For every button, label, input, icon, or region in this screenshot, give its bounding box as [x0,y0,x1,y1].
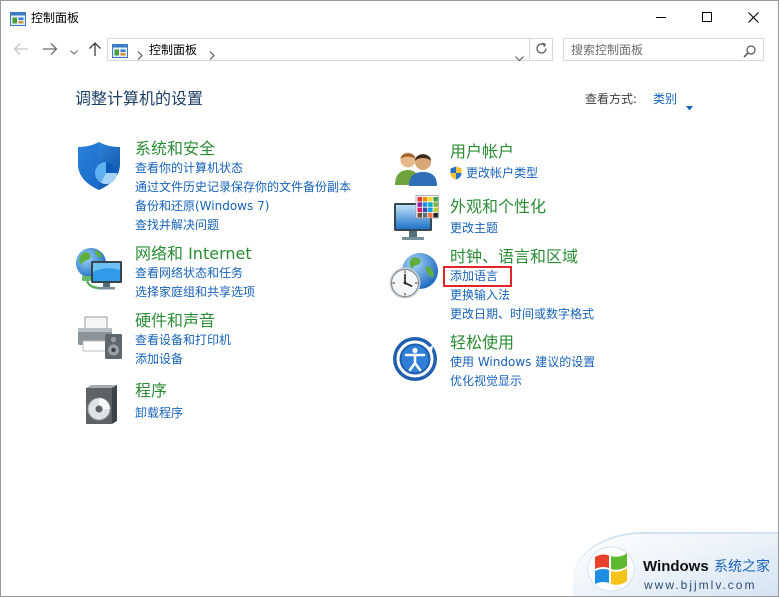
network-globe-icon[interactable] [73,246,125,296]
search-icon[interactable] [743,43,756,58]
arrow-right-icon [42,42,58,59]
link-network-status[interactable]: 查看网络状态和任务 [135,264,255,283]
watermark: Windows 系统之家 www.bjjmlv.com [573,532,778,596]
monitor-palette-icon[interactable] [393,195,439,247]
link-change-theme[interactable]: 更改主题 [450,219,546,238]
link-troubleshoot[interactable]: 查找并解决问题 [135,216,351,235]
maximize-icon [702,12,712,22]
watermark-name: 系统之家 [714,559,770,575]
ease-of-access-icon[interactable] [392,336,438,386]
uac-shield-icon [450,166,462,180]
link-change-account-type[interactable]: 更改帐户类型 [450,164,538,183]
printer-speaker-icon[interactable] [75,312,125,366]
page-title: 调整计算机的设置 [75,89,204,108]
link-homegroup-sharing[interactable]: 选择家庭组和共享选项 [135,283,255,302]
close-icon [747,11,759,23]
link-change-input-method[interactable]: 更换输入法 [450,286,594,305]
control-panel-icon [10,11,26,26]
breadcrumb-control-panel[interactable]: 控制面板 [149,42,197,58]
view-by-label: 查看方式: [585,92,638,106]
address-dropdown-chevron-icon[interactable] [515,47,524,62]
category-title-programs[interactable]: 程序 [135,381,183,401]
category-title-hardware-and-sound[interactable]: 硬件和声音 [135,311,231,331]
category-links: 更改帐户类型 [450,164,538,183]
search-box[interactable] [563,38,764,61]
watermark-url: www.bjjmlv.com [644,578,757,592]
address-bar[interactable]: 控制面板 [107,38,530,62]
category-title-appearance[interactable]: 外观和个性化 [450,197,546,217]
arrow-up-icon [88,41,102,60]
category-hardware-and-sound: 硬件和声音 查看设备和打印机 添加设备 [78,311,231,369]
minimize-button[interactable] [638,1,684,33]
category-links: 卸载程序 [135,404,183,423]
search-input[interactable] [571,41,736,58]
watermark-brand: Windows [643,558,709,575]
link-devices-and-printers[interactable]: 查看设备和打印机 [135,331,231,350]
link-backup-and-restore[interactable]: 备份和还原(Windows 7) [135,197,351,216]
caret-down-icon[interactable] [686,96,693,111]
up-button[interactable] [85,40,105,60]
category-title-ease-of-access[interactable]: 轻松使用 [450,333,595,353]
forward-button[interactable] [40,40,60,60]
category-links: 使用 Windows 建议的设置 优化视觉显示 [450,353,595,391]
windows-flag-logo-icon [587,546,635,592]
refresh-button[interactable] [530,38,553,61]
users-icon[interactable] [393,147,439,191]
category-links: 查看设备和打印机 添加设备 [135,331,231,369]
program-disc-icon[interactable] [82,382,120,432]
back-button[interactable] [11,40,31,60]
control-panel-window: 控制面板 控制面板 搜索控制面板 调整计算机的设置 查看方式: 类别 系统和安全… [0,0,779,597]
link-add-device[interactable]: 添加设备 [135,350,231,369]
link-change-date-time-format[interactable]: 更改日期、时间或数字格式 [450,305,594,324]
chevron-down-icon [70,43,78,58]
link-file-history-backup[interactable]: 通过文件历史记录保存你的文件备份副本 [135,178,351,197]
maximize-button[interactable] [684,1,730,33]
category-user-accounts: 用户帐户 更改帐户类型 [395,142,538,186]
breadcrumb-separator-icon[interactable] [209,45,215,60]
highlight-box [443,266,512,287]
category-title-user-accounts[interactable]: 用户帐户 [450,142,538,162]
category-ease-of-access: 轻松使用 使用 Windows 建议的设置 优化视觉显示 [393,333,595,391]
recent-locations-button[interactable] [68,40,80,60]
globe-clock-icon[interactable] [388,252,440,304]
link-view-computer-status[interactable]: 查看你的计算机状态 [135,159,351,178]
close-button[interactable] [730,1,776,33]
control-panel-icon [112,43,128,58]
view-by-dropdown[interactable]: 类别 [653,91,677,107]
category-links: 更改主题 [450,219,546,238]
link-uninstall-program[interactable]: 卸载程序 [135,404,183,423]
category-programs: 程序 卸载程序 [86,381,183,424]
title-bar[interactable]: 控制面板 [1,1,778,33]
link-optimize-visual-display[interactable]: 优化视觉显示 [450,372,595,391]
window-title: 控制面板 [31,11,80,25]
category-title-clock-language-region[interactable]: 时钟、语言和区域 [450,247,594,267]
shield-icon[interactable] [75,140,123,196]
category-links: 查看你的计算机状态 通过文件历史记录保存你的文件备份副本 备份和还原(Windo… [135,159,351,235]
breadcrumb-separator-icon[interactable] [137,45,143,60]
category-title-system-and-security[interactable]: 系统和安全 [135,139,351,159]
category-clock-language-region: 时钟、语言和区域 添加语言 更换输入法 更改日期、时间或数字格式 [389,247,594,324]
category-links: 查看网络状态和任务 选择家庭组和共享选项 [135,264,255,302]
category-title-network-and-internet[interactable]: 网络和 Internet [135,244,255,264]
arrow-left-icon [13,42,29,59]
link-change-account-type-label: 更改帐户类型 [466,166,539,180]
category-system-and-security: 系统和安全 查看你的计算机状态 通过文件历史记录保存你的文件备份副本 备份和还原… [78,139,351,235]
link-recommended-settings[interactable]: 使用 Windows 建议的设置 [450,353,595,372]
category-network-and-internet: 网络和 Internet 查看网络状态和任务 选择家庭组和共享选项 [76,244,255,302]
category-appearance-and-personalization: 外观和个性化 更改主题 [394,195,546,240]
refresh-icon [535,40,548,59]
minimize-icon [656,12,666,22]
